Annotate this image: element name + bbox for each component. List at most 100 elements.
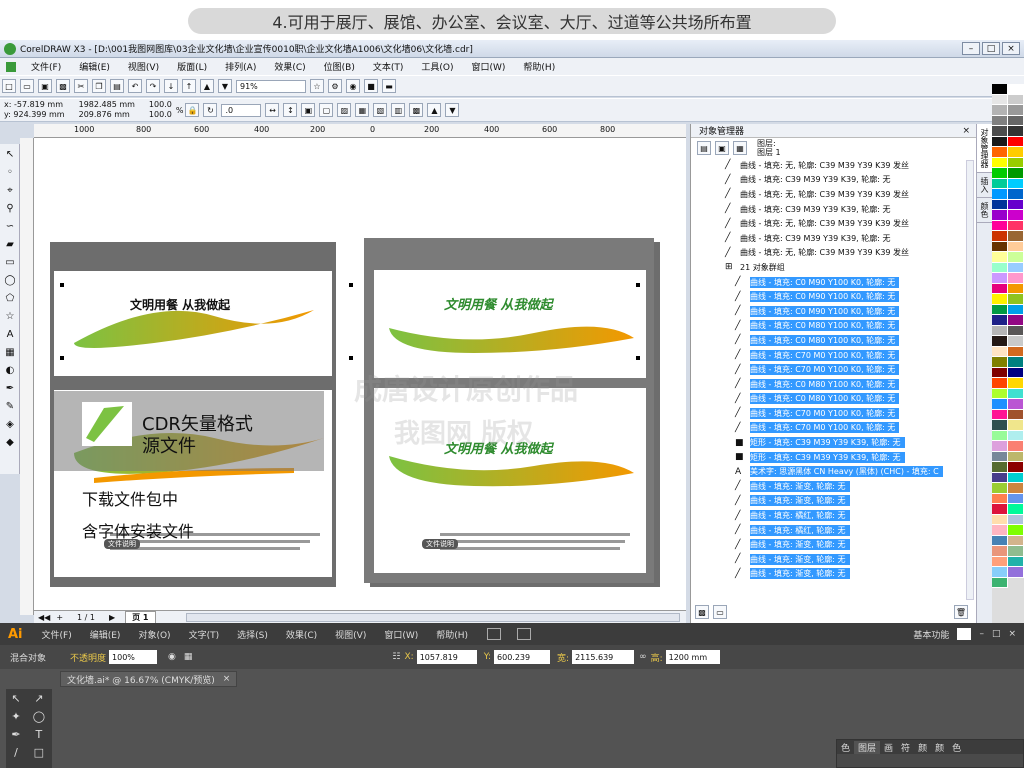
color-swatch[interactable] [992,315,1008,326]
color-swatch[interactable] [1008,409,1024,420]
object-row[interactable]: ╱ 曲线 - 填充: 渐变, 轮廓: 无 [691,537,976,552]
color-swatch[interactable] [992,514,1008,525]
color-swatch[interactable] [992,294,1008,305]
blend-tool-icon[interactable]: ◐ [2,362,18,378]
color-swatch[interactable] [1008,105,1024,116]
color-swatch[interactable] [1008,189,1024,200]
menu-window[interactable]: 窗口(W) [463,60,515,73]
delete-icon[interactable]: 🗑 [954,605,968,619]
eyedropper-tool-icon[interactable]: ✒ [2,380,18,396]
paste-icon[interactable]: ▤ [110,79,124,93]
color-swatch[interactable] [1008,567,1024,578]
object-row[interactable]: ╱ 曲线 - 填充: 无, 轮廓: C39 M39 Y39 K39 发丝 [691,187,976,202]
width-field-ai[interactable]: 2115.639 [572,650,635,664]
color-swatch[interactable] [1008,514,1024,525]
open-icon[interactable]: ▭ [20,79,34,93]
color-swatch[interactable] [992,283,1008,294]
ai-menu-view[interactable]: 视图(V) [326,628,375,641]
menu-layout[interactable]: 版面(L) [168,60,216,73]
object-row[interactable]: ╱ 曲线 - 填充: 无, 轮廓: C39 M39 Y39 K39 发丝 [691,216,976,231]
weld-icon[interactable]: ▧ [373,103,388,117]
color-swatch[interactable] [1008,210,1024,221]
panel-tab-swatches[interactable]: 颜 [914,741,931,754]
fill-tool-icon[interactable]: ◈ [2,416,18,432]
color-swatch[interactable] [1008,420,1024,431]
type-tool-icon[interactable]: T [29,725,49,743]
lock-ratio-icon[interactable]: 🔒 [185,103,200,117]
to-front-icon[interactable]: ▲ [427,103,442,117]
color-swatch[interactable] [992,430,1008,441]
launcher-icon[interactable]: ▲ [200,79,214,93]
ai-menu-type[interactable]: 文字(T) [180,628,229,641]
color-swatch[interactable] [1008,136,1024,147]
text-tool-icon[interactable]: A [2,326,18,342]
new-layer-icon[interactable]: ▩ [695,605,709,619]
object-row[interactable]: ╱ 曲线 - 填充: C0 M90 Y100 K0, 轮廓: 无 [691,289,976,304]
docker-tab-insert[interactable]: 插入 [977,173,992,198]
crop-tool-icon[interactable]: ⌖ [2,182,18,198]
intersect-icon[interactable]: ▩ [409,103,424,117]
layer-manager-icon[interactable]: ▦ [733,141,747,155]
object-row[interactable]: ╱ 曲线 - 填充: 橘红, 轮廓: 无 [691,523,976,538]
rectangle-tool-ai-icon[interactable]: □ [29,743,49,761]
object-row[interactable]: ╱ 曲线 - 填充: C70 M0 Y100 K0, 轮廓: 无 [691,421,976,436]
menu-tools[interactable]: 工具(O) [412,60,462,73]
color-swatch[interactable] [992,220,1008,231]
color-swatch[interactable] [992,231,1008,242]
color-swatch[interactable] [1008,483,1024,494]
color-swatch[interactable] [1008,399,1024,410]
scale-x-field[interactable]: 100.0 [149,100,172,110]
color-swatch[interactable] [992,178,1008,189]
combine-icon[interactable]: ▨ [337,103,352,117]
color-swatch[interactable] [1008,84,1024,95]
color-swatch[interactable] [1008,252,1024,263]
object-row[interactable]: A 美术字: 思源黑体 CN Heavy (黑体) (CHC) - 填充: C [691,464,976,479]
object-row[interactable]: ╱ 曲线 - 填充: 无, 轮廓: C39 M39 Y39 K39 发丝 [691,246,976,261]
color-swatch[interactable] [992,567,1008,578]
ai-menu-help[interactable]: 帮助(H) [427,628,477,641]
ai-menu-file[interactable]: 文件(F) [33,628,81,641]
color-swatch[interactable] [1008,168,1024,179]
search-icon[interactable] [957,628,972,640]
object-group-row[interactable]: ⊞ 21 对象群组 [691,260,976,275]
color-swatch[interactable] [992,556,1008,567]
object-row[interactable]: ╱ 曲线 - 填充: C39 M39 Y39 K39, 轮廓: 无 [691,231,976,246]
new-master-layer-icon[interactable]: ▭ [713,605,727,619]
welcome-icon[interactable]: ■ [364,79,378,93]
color-swatch[interactable] [992,546,1008,557]
object-row[interactable]: ╱ 曲线 - 填充: C0 M80 Y100 K0, 轮廓: 无 [691,319,976,334]
color-swatch[interactable] [992,388,1008,399]
first-page-icon[interactable]: ◀◀ [38,613,50,622]
mirror-v-icon[interactable]: ↕ [283,103,298,117]
color-swatch[interactable] [992,420,1008,431]
color-swatch[interactable] [1008,556,1024,567]
color-swatch[interactable] [1008,157,1024,168]
page-tab[interactable]: 页 1 [125,610,156,624]
color-swatch[interactable] [1008,462,1024,473]
y-field[interactable]: 600.239 [494,650,551,664]
object-row[interactable]: ╱ 曲线 - 填充: 无, 轮廓: C39 M39 Y39 K39 发丝 [691,158,976,173]
color-swatch[interactable] [1008,525,1024,536]
height-field-ai[interactable]: 1200 mm [665,650,720,664]
color-swatch[interactable] [1008,115,1024,126]
save-icon[interactable]: ▣ [38,79,52,93]
color-swatch[interactable] [992,504,1008,515]
angle-field[interactable]: .0 [221,103,262,117]
pick-tool-icon[interactable]: ↖ [2,146,18,162]
color-swatch[interactable] [992,115,1008,126]
doc-tab-close-icon[interactable]: × [223,674,231,684]
color-swatch[interactable] [1008,220,1024,231]
color-swatch[interactable] [992,493,1008,504]
color-swatch[interactable] [1008,325,1024,336]
color-swatch[interactable] [992,168,1008,179]
menu-effects[interactable]: 效果(C) [265,60,314,73]
panel-tab-color[interactable]: 色 [837,741,854,754]
color-swatch[interactable] [1008,535,1024,546]
color-swatch[interactable] [1008,294,1024,305]
color-swatch[interactable] [1008,493,1024,504]
color-swatch[interactable] [992,346,1008,357]
docker-tab-color[interactable]: 颜色 [977,198,992,223]
color-swatch[interactable] [1008,273,1024,284]
menu-help[interactable]: 帮助(H) [514,60,564,73]
menu-edit[interactable]: 编辑(E) [70,60,119,73]
